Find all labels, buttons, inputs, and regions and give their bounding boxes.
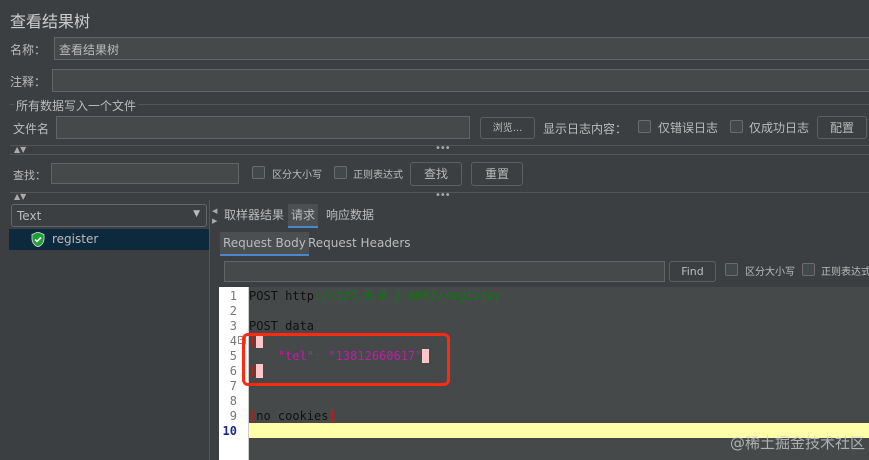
page-title: 查看结果树 [10,12,91,31]
config-button[interactable]: 配置 [817,116,867,139]
find-case-checkbox[interactable] [725,263,738,276]
search-label: 查找： [13,169,46,182]
reset-button[interactable]: 重置 [471,162,523,186]
tree-item[interactable]: register [9,229,209,250]
line-number: 9 [229,409,237,423]
chevron-down-icon: ▼ [193,209,200,219]
line-number: 10 [222,424,237,438]
filename-label: 文件名 [13,122,50,136]
code-line-9: [no cookies] [249,409,336,423]
line-number: 1 [229,289,237,303]
tab-request[interactable]: 请求 [288,204,319,228]
find-regex-checkbox[interactable] [802,263,815,276]
case-sensitive-label: 区分大小写 [272,170,322,181]
line-number: 4 [229,334,237,348]
splitter-arrows-icon[interactable]: ◀ ▶ [212,206,217,226]
browse-button[interactable]: 浏览... [480,117,535,139]
find-input[interactable] [224,261,665,282]
file-group-label: 所有数据写入一个文件 [14,97,139,114]
line-number: 2 [229,304,237,318]
name-input[interactable]: 查看结果树 [54,37,869,60]
line-number: 6 [229,364,237,378]
errors-only-label: 仅错误日志 [658,121,719,135]
splitter[interactable] [209,200,210,460]
renderer-value: Text [17,209,42,223]
success-only-label: 仅成功日志 [749,121,810,135]
name-label: 名称： [10,43,47,57]
line-number: 8 [229,394,237,408]
regex-label: 正则表达式 [353,170,403,181]
find-case-label: 区分大小写 [745,267,795,278]
collapse-arrows-icon[interactable]: ▲▼ [14,192,26,201]
case-sensitive-checkbox[interactable] [252,166,265,179]
divider [10,154,869,155]
watermark: @稀土掘金技术社区 [729,434,865,452]
code-line-3: POST data: [249,319,322,333]
errors-only-checkbox[interactable] [638,120,651,133]
search-button[interactable]: 查找 [410,162,462,186]
line-number: 7 [229,379,237,393]
comment-input[interactable] [52,69,869,92]
filename-input[interactable] [56,116,470,139]
tab-sampler-result[interactable]: 取样器结果 [221,204,287,226]
highlight-annotation-box [242,333,450,386]
comment-label: 注释： [10,75,47,89]
success-only-checkbox[interactable] [730,120,743,133]
tree-item-label: register [52,232,99,246]
drag-handle-icon[interactable]: ••• [435,143,451,154]
code-line-1: POST http://127.0.0.1:8081/register [249,289,502,303]
tab-response-data[interactable]: 响应数据 [323,204,377,226]
collapse-arrows-icon[interactable]: ▲▼ [14,145,26,154]
regex-checkbox[interactable] [334,166,347,179]
log-label: 显示日志内容： [543,122,628,136]
find-button[interactable]: Find [669,261,716,282]
line-number: 3 [229,319,237,333]
line-number: 5 [229,349,237,363]
group-border [10,104,869,105]
subtab-request-body[interactable]: Request Body [220,232,309,256]
drag-handle-icon[interactable]: ••• [435,190,451,201]
success-shield-icon [31,232,45,247]
renderer-select[interactable]: Text ▼ [11,204,207,227]
search-input[interactable] [51,163,239,184]
subtab-request-headers[interactable]: Request Headers [305,232,414,254]
find-regex-label: 正则表达式 [821,267,869,278]
